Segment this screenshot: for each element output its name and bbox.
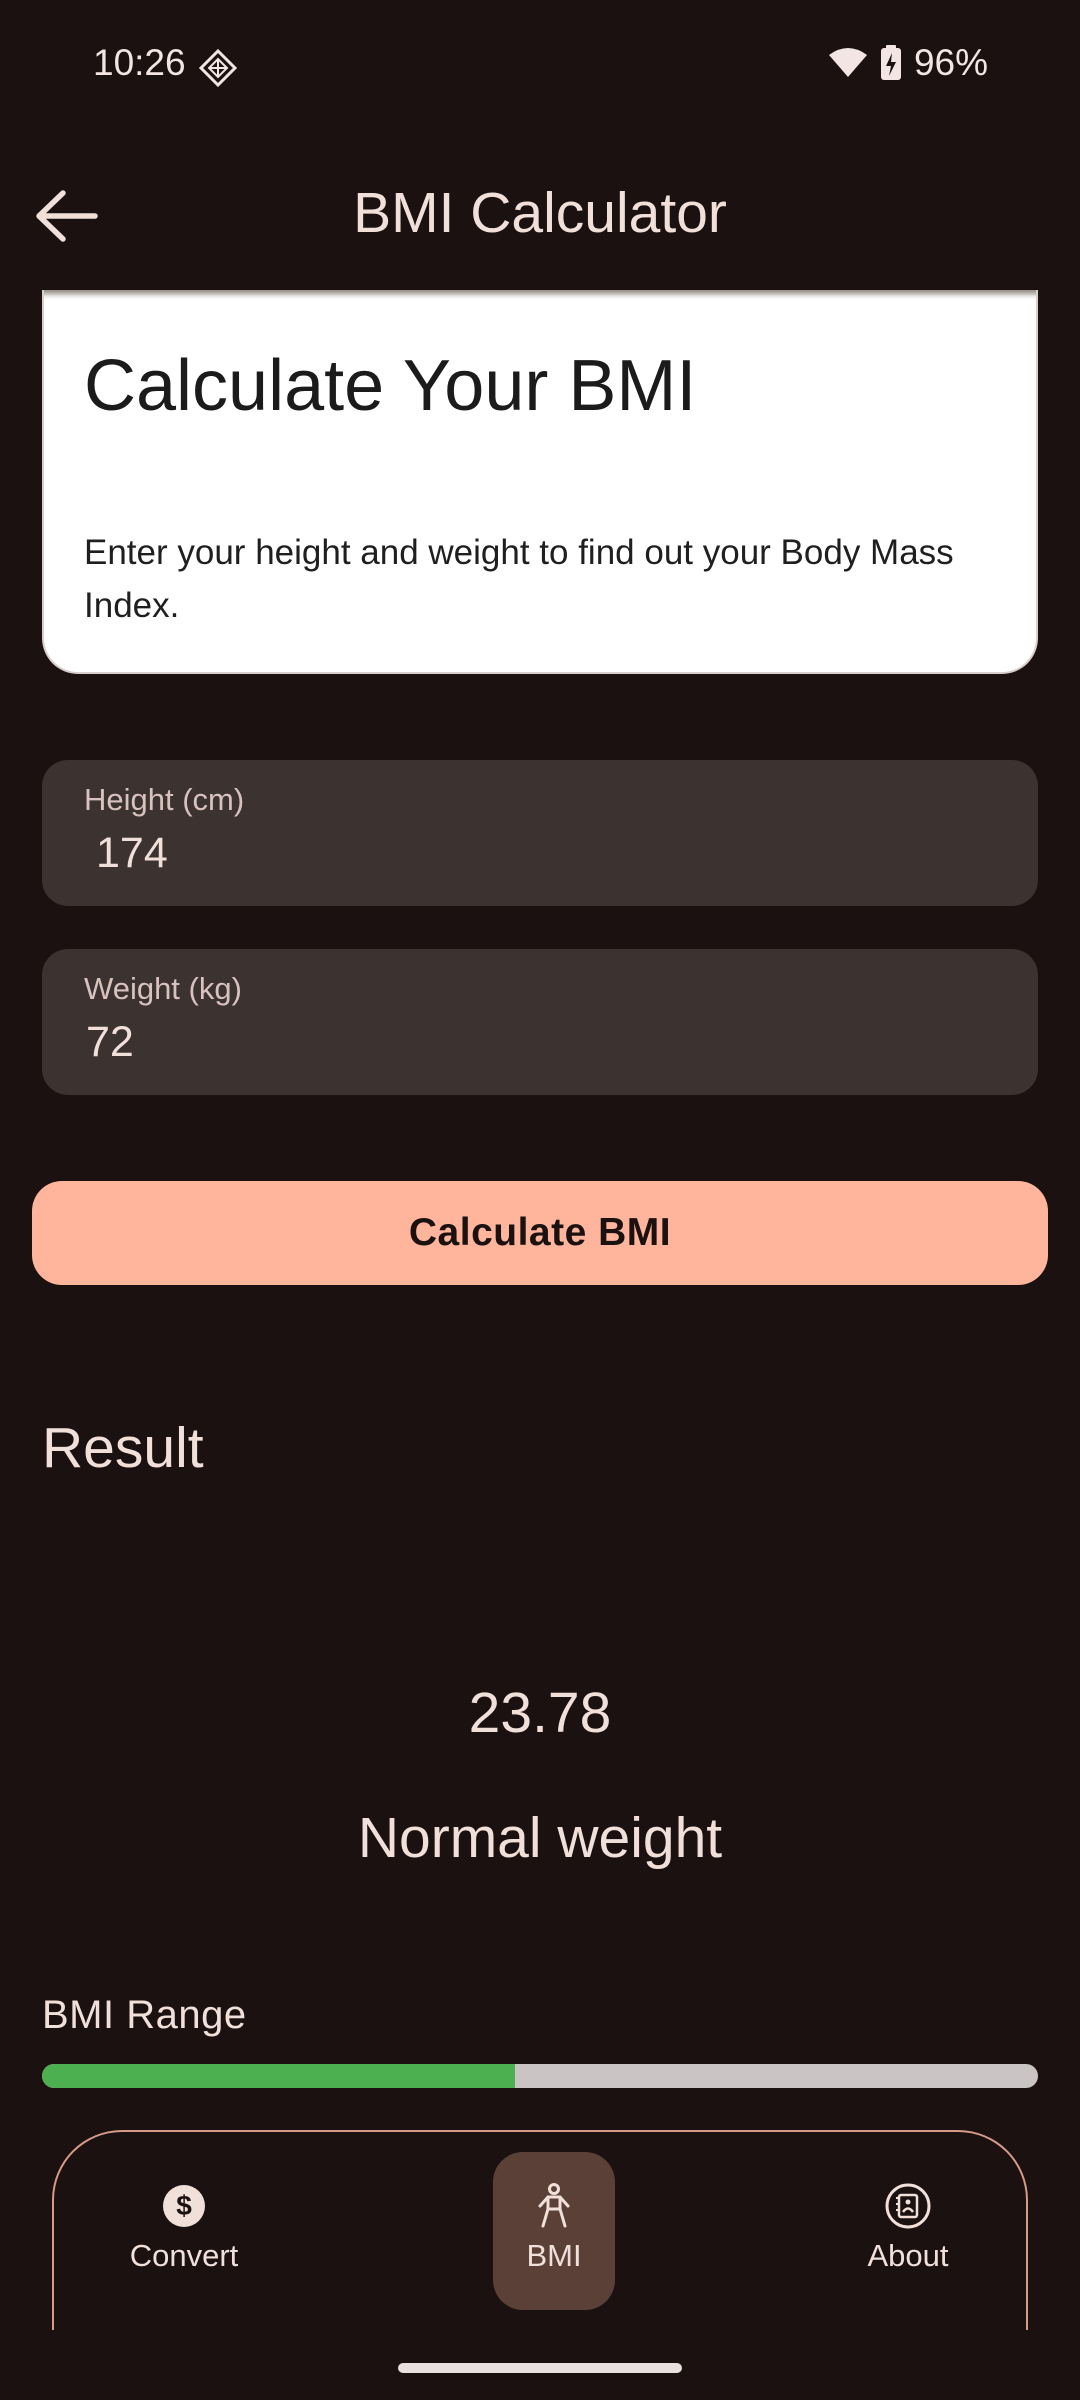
nav-label-bmi: BMI — [526, 2238, 582, 2273]
height-field-label: Height (cm) — [84, 782, 245, 817]
diamond-notification-icon — [198, 48, 238, 88]
app-bar-title: BMI Calculator — [353, 181, 727, 245]
status-right-group: 96% — [828, 42, 988, 84]
card-description: Enter your height and weight to find out… — [84, 533, 954, 625]
nav-label-about: About — [867, 2238, 949, 2273]
height-field[interactable]: Height (cm) — [42, 760, 1038, 906]
card-title: Calculate Your BMI — [84, 346, 697, 426]
status-time: 10:26 — [93, 42, 186, 83]
battery-charging-icon — [880, 45, 901, 80]
calculate-bmi-button[interactable]: Calculate BMI — [32, 1181, 1048, 1285]
dollar-icon: $ — [163, 2185, 205, 2227]
bmi-range-bar — [42, 2064, 1038, 2088]
home-indicator[interactable] — [398, 2363, 682, 2373]
wifi-icon — [828, 48, 867, 77]
svg-text:$: $ — [176, 2190, 192, 2221]
info-book-icon — [885, 2183, 931, 2229]
weight-input[interactable] — [84, 1017, 988, 1068]
weight-field-label: Weight (kg) — [84, 971, 242, 1006]
nav-item-convert[interactable]: $ Convert — [109, 2150, 259, 2310]
nav-item-about[interactable]: About — [833, 2150, 983, 2310]
result-heading: Result — [42, 1416, 204, 1480]
weight-field[interactable]: Weight (kg) — [42, 949, 1038, 1095]
nav-item-bmi[interactable]: BMI — [493, 2152, 615, 2310]
height-input[interactable] — [94, 828, 998, 879]
bmi-category: Normal weight — [357, 1806, 723, 1870]
person-icon — [538, 2183, 570, 2228]
bmi-range-label: BMI Range — [42, 1993, 247, 2037]
battery-percent: 96% — [913, 42, 988, 83]
bmi-value: 23.78 — [468, 1681, 612, 1745]
bmi-range-fill — [42, 2064, 516, 2088]
nav-label-convert: Convert — [129, 2238, 239, 2273]
